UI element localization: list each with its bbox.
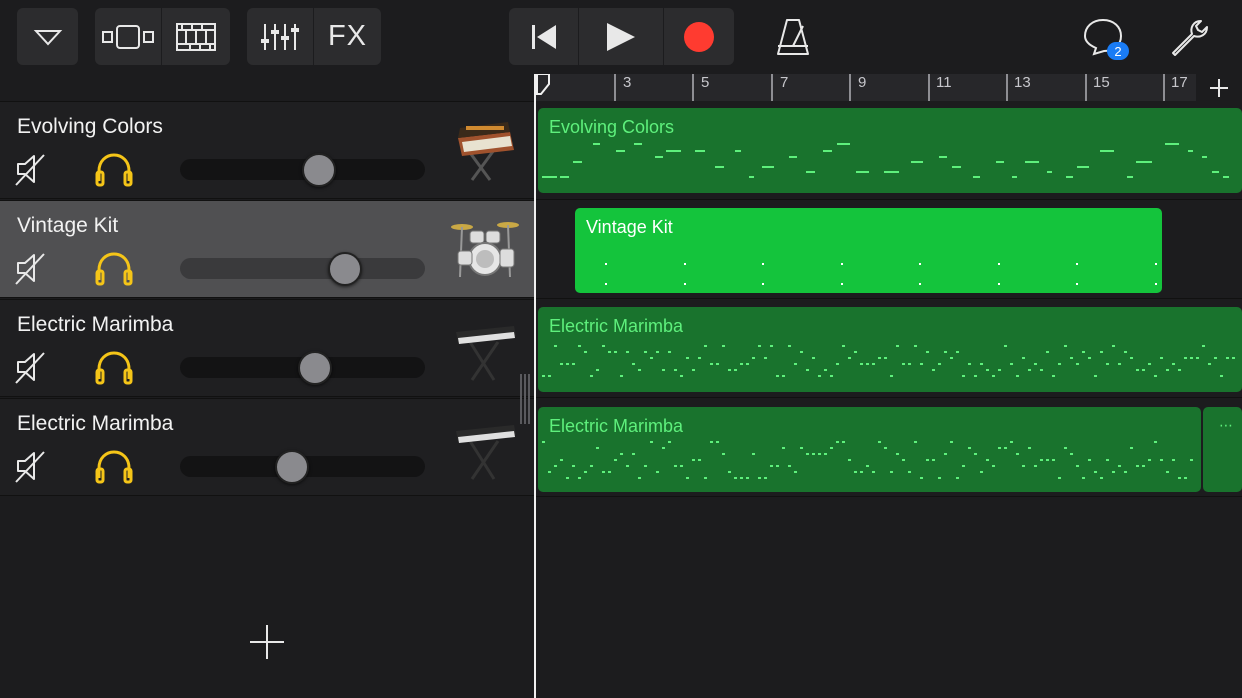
bar-number: 7 bbox=[780, 74, 789, 91]
mixer-button[interactable] bbox=[247, 8, 313, 65]
region[interactable]: Electric Marimba bbox=[538, 407, 1201, 492]
toolbar: FX 2 bbox=[0, 0, 1242, 74]
tracks-area[interactable]: Evolving Colors Vintage Kit Electric Mar… bbox=[536, 101, 1242, 698]
headphones-icon[interactable] bbox=[94, 151, 134, 187]
bar-tick bbox=[771, 74, 773, 101]
bar-number: 5 bbox=[701, 74, 710, 91]
region[interactable]: Vintage Kit bbox=[575, 208, 1162, 293]
note-pattern bbox=[542, 345, 1235, 377]
keyboard-stand-icon[interactable] bbox=[450, 411, 520, 483]
skip-back-icon bbox=[531, 24, 556, 49]
more-icon: ⋯ bbox=[1219, 417, 1233, 433]
region[interactable]: Evolving Colors bbox=[538, 108, 1242, 193]
bar-number: 11 bbox=[936, 74, 952, 91]
region[interactable]: Electric Marimba bbox=[538, 307, 1242, 392]
volume-slider[interactable] bbox=[180, 252, 425, 286]
bar-number: 15 bbox=[1093, 74, 1110, 91]
track-name: Vintage Kit bbox=[17, 214, 119, 237]
bar-tick bbox=[928, 74, 930, 101]
bar-tick bbox=[1085, 74, 1087, 101]
track-name: Electric Marimba bbox=[17, 412, 174, 435]
song-sections-button[interactable] bbox=[162, 8, 230, 65]
track-header[interactable]: Electric Marimba bbox=[0, 398, 535, 496]
mute-icon[interactable] bbox=[14, 448, 50, 484]
region[interactable]: ⋯ bbox=[1203, 407, 1242, 492]
metronome-icon bbox=[777, 18, 809, 55]
play-button[interactable] bbox=[579, 8, 663, 65]
bar-number: 3 bbox=[623, 74, 632, 91]
timeline-ruler[interactable]: 3 5 7 9 11 13 15 17 bbox=[536, 74, 1242, 101]
keyboard-stand-icon[interactable] bbox=[450, 312, 520, 384]
settings-button[interactable] bbox=[1166, 8, 1212, 65]
record-icon bbox=[684, 21, 714, 52]
mute-icon[interactable] bbox=[14, 250, 50, 286]
wrench-icon bbox=[1172, 19, 1208, 56]
track-headers: Evolving Colors Vintage Kit Electric Mar… bbox=[0, 101, 535, 698]
bar-number: 13 bbox=[1014, 74, 1031, 91]
headphones-icon[interactable] bbox=[94, 448, 134, 484]
play-icon bbox=[607, 22, 635, 51]
drum-hits bbox=[605, 263, 1157, 285]
bar-tick bbox=[849, 74, 851, 101]
fx-button[interactable]: FX bbox=[314, 8, 381, 65]
loop-count-badge: 2 bbox=[1107, 42, 1129, 60]
volume-knob[interactable] bbox=[275, 450, 309, 484]
track-header[interactable]: Electric Marimba bbox=[0, 299, 535, 397]
bar-tick bbox=[692, 74, 694, 101]
add-section-button[interactable] bbox=[1196, 74, 1242, 101]
mute-icon[interactable] bbox=[14, 349, 50, 385]
plus-icon bbox=[1210, 78, 1228, 97]
fx-label: FX bbox=[327, 20, 368, 52]
note-pattern bbox=[542, 143, 1229, 178]
volume-knob[interactable] bbox=[298, 351, 332, 385]
metronome-button[interactable] bbox=[770, 8, 816, 65]
browser-button[interactable] bbox=[17, 8, 78, 65]
volume-knob[interactable] bbox=[328, 252, 362, 286]
record-button[interactable] bbox=[664, 8, 734, 65]
bar-number: 17 bbox=[1171, 74, 1188, 91]
volume-slider[interactable] bbox=[180, 153, 425, 187]
bar-tick bbox=[1163, 74, 1165, 101]
triangle-down-icon bbox=[33, 29, 62, 45]
go-to-beginning-button[interactable] bbox=[509, 8, 578, 65]
tracks-view-button[interactable] bbox=[95, 8, 161, 65]
faders-icon bbox=[261, 23, 299, 50]
resize-grip-icon[interactable] bbox=[518, 374, 532, 424]
add-track-icon[interactable] bbox=[248, 623, 286, 661]
track-header[interactable]: Vintage Kit bbox=[0, 200, 535, 298]
volume-slider[interactable] bbox=[180, 450, 425, 484]
note-pattern bbox=[542, 441, 1193, 479]
film-strip-icon bbox=[176, 22, 216, 51]
drum-kit-icon[interactable] bbox=[450, 213, 520, 285]
headphones-icon[interactable] bbox=[94, 349, 134, 385]
headphones-icon[interactable] bbox=[94, 250, 134, 286]
bar-number: 9 bbox=[858, 74, 867, 91]
track-name: Evolving Colors bbox=[17, 115, 163, 138]
vintage-synth-icon[interactable] bbox=[450, 114, 520, 186]
bar-tick bbox=[1006, 74, 1008, 101]
mute-icon[interactable] bbox=[14, 151, 50, 187]
track-name: Electric Marimba bbox=[17, 313, 174, 336]
playhead-marker-icon[interactable] bbox=[536, 74, 552, 101]
volume-knob[interactable] bbox=[302, 153, 336, 187]
bar-tick bbox=[614, 74, 616, 101]
track-header[interactable]: Evolving Colors bbox=[0, 101, 535, 199]
tracks-view-icon bbox=[102, 24, 154, 49]
volume-slider[interactable] bbox=[180, 351, 425, 385]
